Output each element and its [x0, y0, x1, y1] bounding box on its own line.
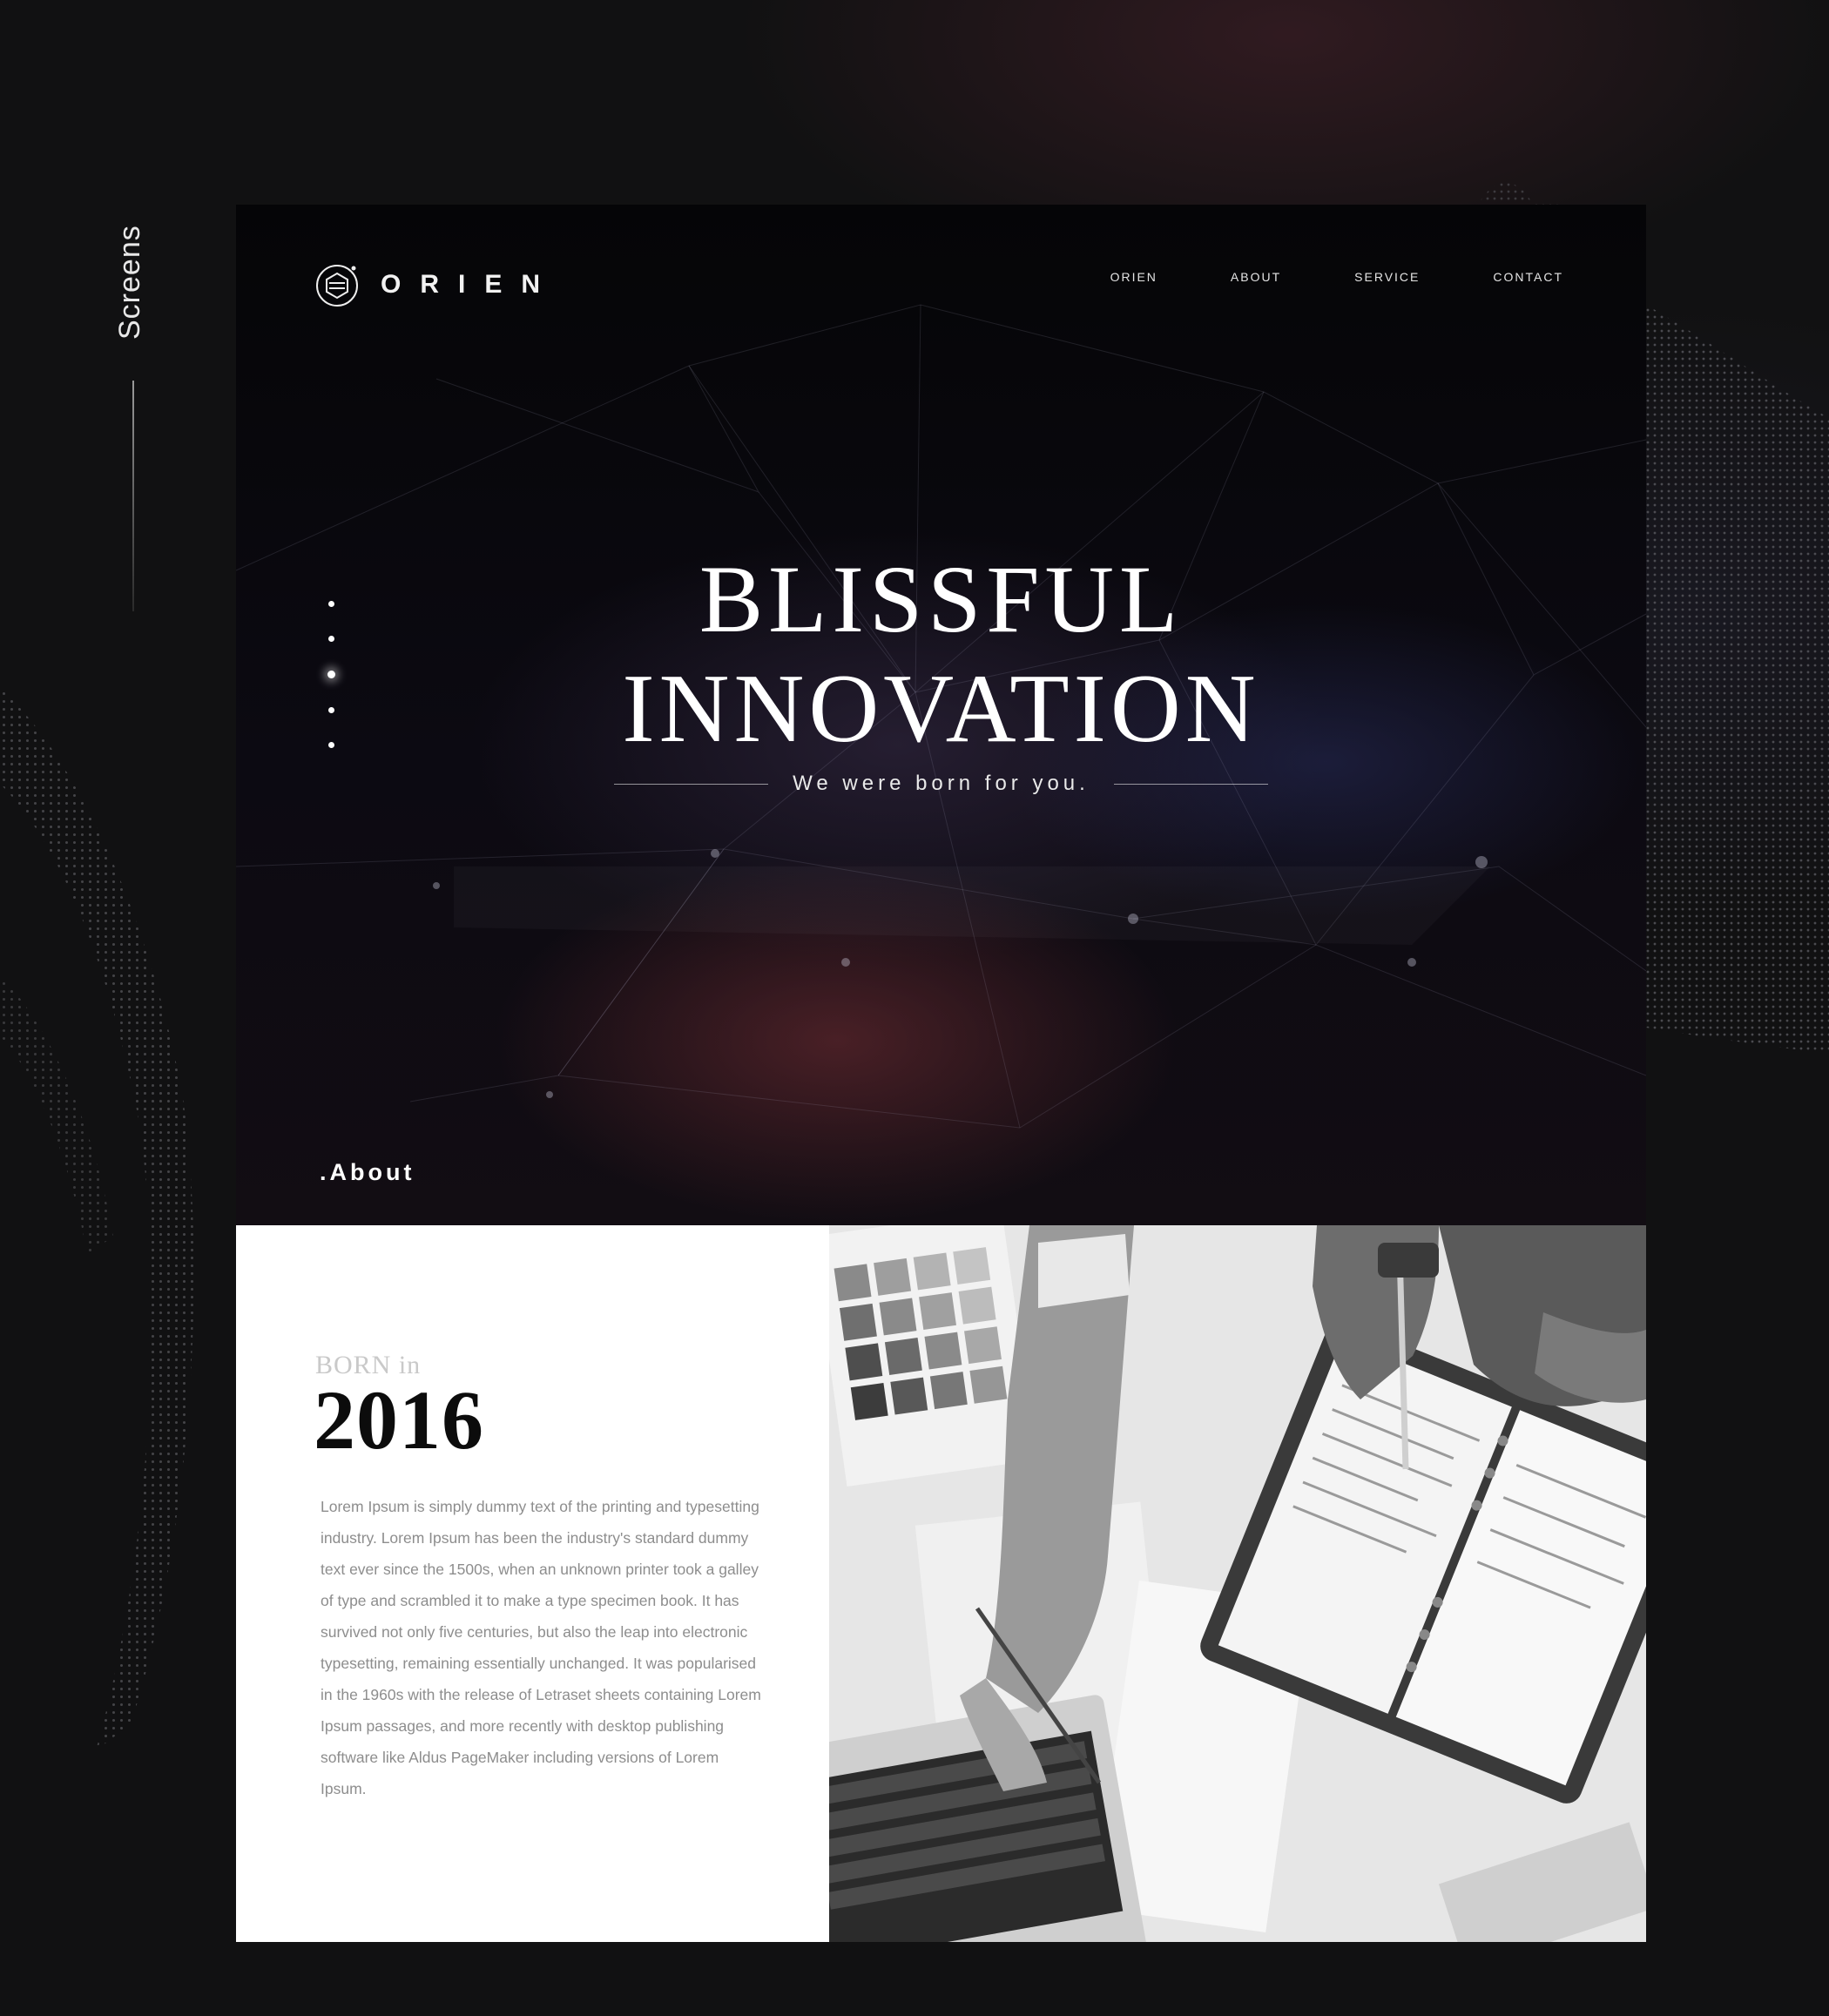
hero-title-line1: BLISSFUL — [699, 546, 1184, 652]
nav-item-about[interactable]: ABOUT — [1231, 270, 1281, 284]
about-section: BORN in 2016 Lorem Ipsum is simply dummy… — [236, 1225, 1646, 1942]
hero-tagline: We were born for you. — [793, 772, 1090, 795]
about-section-label[interactable]: .About — [320, 1159, 415, 1186]
nav-item-orien[interactable]: ORIEN — [1110, 270, 1157, 284]
brand-logo[interactable]: ORIEN — [314, 261, 559, 308]
nav-item-contact[interactable]: CONTACT — [1493, 270, 1563, 284]
main-nav: ORIEN ABOUT SERVICE CONTACT — [1037, 270, 1563, 284]
hero-title: BLISSFUL INNOVATION — [236, 544, 1646, 764]
screens-side-label: Screens — [113, 225, 147, 340]
about-paragraph: Lorem Ipsum is simply dummy text of the … — [321, 1498, 761, 1797]
about-text-panel: BORN in 2016 Lorem Ipsum is simply dummy… — [236, 1225, 829, 1942]
hero-title-line2: INNOVATION — [622, 655, 1260, 763]
hero-section: ORIEN ORIEN ABOUT SERVICE CONTACT BLISSF… — [236, 205, 1646, 1225]
team-working-at-desk-photo — [829, 1225, 1646, 1942]
website-mockup: ORIEN ORIEN ABOUT SERVICE CONTACT BLISSF… — [236, 205, 1646, 1942]
brand-name: ORIEN — [381, 270, 560, 299]
nav-item-service[interactable]: SERVICE — [1354, 270, 1420, 284]
tagline-rule-left — [614, 783, 769, 785]
tagline-rule-right — [1113, 783, 1268, 785]
orien-logo-icon — [316, 265, 358, 307]
hero-tagline-row: We were born for you. — [236, 772, 1646, 796]
founded-year: 2016 — [314, 1373, 484, 1466]
side-label-divider — [132, 381, 134, 611]
